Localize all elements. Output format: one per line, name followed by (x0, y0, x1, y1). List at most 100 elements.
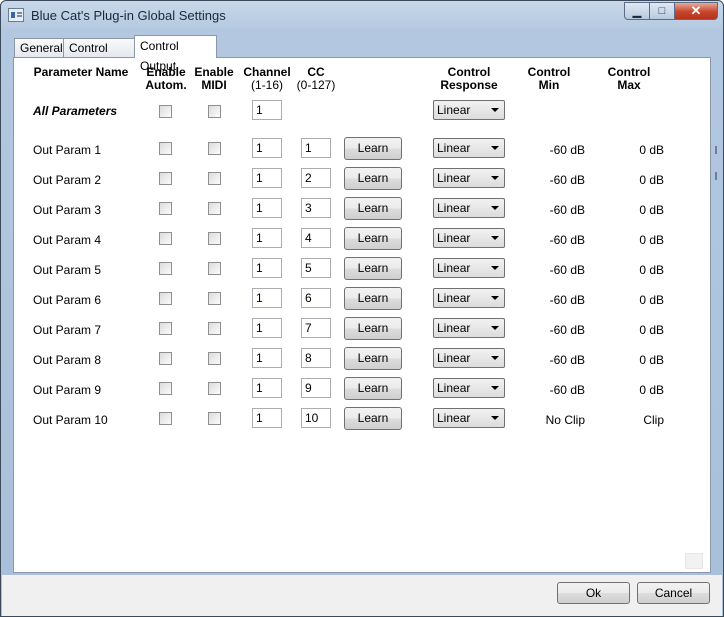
learn-button[interactable]: Learn (344, 287, 402, 310)
control-max-value: 0 dB (639, 263, 664, 277)
enable-midi-checkbox[interactable] (208, 412, 221, 425)
channel-input[interactable]: 1 (252, 198, 282, 218)
chevron-down-icon (491, 416, 499, 420)
channel-input[interactable]: 1 (252, 258, 282, 278)
all-response-select[interactable]: Linear (433, 100, 505, 120)
cc-input[interactable]: 2 (301, 168, 331, 188)
channel-input[interactable]: 1 (252, 378, 282, 398)
response-select[interactable]: Linear (433, 228, 505, 248)
minimize-icon: ▁ (632, 5, 642, 18)
enable-midi-checkbox[interactable] (208, 142, 221, 155)
param-name: Out Param 1 (33, 143, 102, 157)
tab-general[interactable]: General (14, 38, 64, 57)
header-channel: Channel (1-16) (243, 65, 291, 92)
enable-autom-checkbox[interactable] (159, 202, 172, 215)
param-name: Out Param 6 (33, 293, 102, 307)
response-select[interactable]: Linear (433, 168, 505, 188)
all-channel-input[interactable]: 1 (252, 100, 282, 120)
response-select[interactable]: Linear (433, 318, 505, 338)
param-name: Out Param 8 (33, 353, 102, 367)
chevron-down-icon (491, 108, 499, 112)
channel-input[interactable]: 1 (252, 318, 282, 338)
learn-button[interactable]: Learn (344, 407, 402, 430)
learn-button[interactable]: Learn (344, 257, 402, 280)
channel-input[interactable]: 1 (252, 348, 282, 368)
all-enable-midi-checkbox[interactable] (208, 105, 221, 118)
control-max-value: 0 dB (639, 173, 664, 187)
control-min-value: -60 dB (549, 173, 585, 187)
enable-autom-checkbox[interactable] (159, 142, 172, 155)
response-select[interactable]: Linear (433, 348, 505, 368)
response-select[interactable]: Linear (433, 378, 505, 398)
enable-autom-checkbox[interactable] (159, 352, 172, 365)
resize-grip[interactable] (685, 553, 703, 569)
response-select[interactable]: Linear (433, 138, 505, 158)
cc-input[interactable]: 3 (301, 198, 331, 218)
cc-input[interactable]: 8 (301, 348, 331, 368)
enable-autom-checkbox[interactable] (159, 292, 172, 305)
learn-button[interactable]: Learn (344, 227, 402, 250)
header-parameter-name: Parameter Name (33, 65, 129, 79)
chevron-down-icon (491, 206, 499, 210)
channel-input[interactable]: 1 (252, 228, 282, 248)
enable-midi-checkbox[interactable] (208, 172, 221, 185)
channel-input[interactable]: 1 (252, 168, 282, 188)
tab-control-input[interactable]: Control Input (63, 38, 135, 73)
enable-autom-checkbox[interactable] (159, 262, 172, 275)
enable-midi-checkbox[interactable] (208, 352, 221, 365)
all-enable-autom-checkbox[interactable] (159, 105, 172, 118)
enable-midi-checkbox[interactable] (208, 262, 221, 275)
enable-autom-checkbox[interactable] (159, 172, 172, 185)
learn-button[interactable]: Learn (344, 377, 402, 400)
cc-input[interactable]: 10 (301, 408, 331, 428)
control-max-value: 0 dB (639, 203, 664, 217)
learn-button[interactable]: Learn (344, 197, 402, 220)
learn-button[interactable]: Learn (344, 347, 402, 370)
cc-input[interactable]: 7 (301, 318, 331, 338)
param-name: Out Param 10 (33, 413, 108, 427)
header-control-min: Control Min (527, 65, 571, 92)
chevron-down-icon (491, 296, 499, 300)
control-max-value: 0 dB (639, 353, 664, 367)
enable-autom-checkbox[interactable] (159, 232, 172, 245)
enable-midi-checkbox[interactable] (208, 232, 221, 245)
learn-button[interactable]: Learn (344, 317, 402, 340)
tab-control-output[interactable]: Control Output (134, 35, 217, 73)
param-name: Out Param 2 (33, 173, 102, 187)
close-button[interactable]: ✕ (674, 2, 718, 20)
learn-button[interactable]: Learn (344, 137, 402, 160)
learn-button[interactable]: Learn (344, 167, 402, 190)
response-select[interactable]: Linear (433, 198, 505, 218)
enable-midi-checkbox[interactable] (208, 322, 221, 335)
chevron-down-icon (491, 146, 499, 150)
cancel-button[interactable]: Cancel (637, 582, 710, 604)
response-select[interactable]: Linear (433, 408, 505, 428)
ok-button[interactable]: Ok (557, 582, 630, 604)
cc-input[interactable]: 6 (301, 288, 331, 308)
app-icon (8, 8, 24, 22)
enable-midi-checkbox[interactable] (208, 382, 221, 395)
title-bar[interactable]: Blue Cat's Plug-in Global Settings ▁ □ ✕ (1, 1, 723, 31)
enable-midi-checkbox[interactable] (208, 202, 221, 215)
response-select[interactable]: Linear (433, 288, 505, 308)
cc-input[interactable]: 9 (301, 378, 331, 398)
close-icon: ✕ (690, 3, 702, 18)
channel-input[interactable]: 1 (252, 408, 282, 428)
cc-input[interactable]: 5 (301, 258, 331, 278)
cc-input[interactable]: 4 (301, 228, 331, 248)
channel-input[interactable]: 1 (252, 138, 282, 158)
response-select[interactable]: Linear (433, 258, 505, 278)
settings-window: Blue Cat's Plug-in Global Settings ▁ □ ✕… (0, 0, 724, 617)
header-control-response: Control Response (440, 65, 498, 92)
cc-input[interactable]: 1 (301, 138, 331, 158)
maximize-button[interactable]: □ (649, 2, 675, 20)
channel-input[interactable]: 1 (252, 288, 282, 308)
enable-autom-checkbox[interactable] (159, 322, 172, 335)
enable-midi-checkbox[interactable] (208, 292, 221, 305)
chevron-down-icon (491, 386, 499, 390)
control-max-value: 0 dB (639, 143, 664, 157)
control-min-value: -60 dB (549, 263, 585, 277)
enable-autom-checkbox[interactable] (159, 382, 172, 395)
minimize-button[interactable]: ▁ (624, 2, 650, 20)
enable-autom-checkbox[interactable] (159, 412, 172, 425)
